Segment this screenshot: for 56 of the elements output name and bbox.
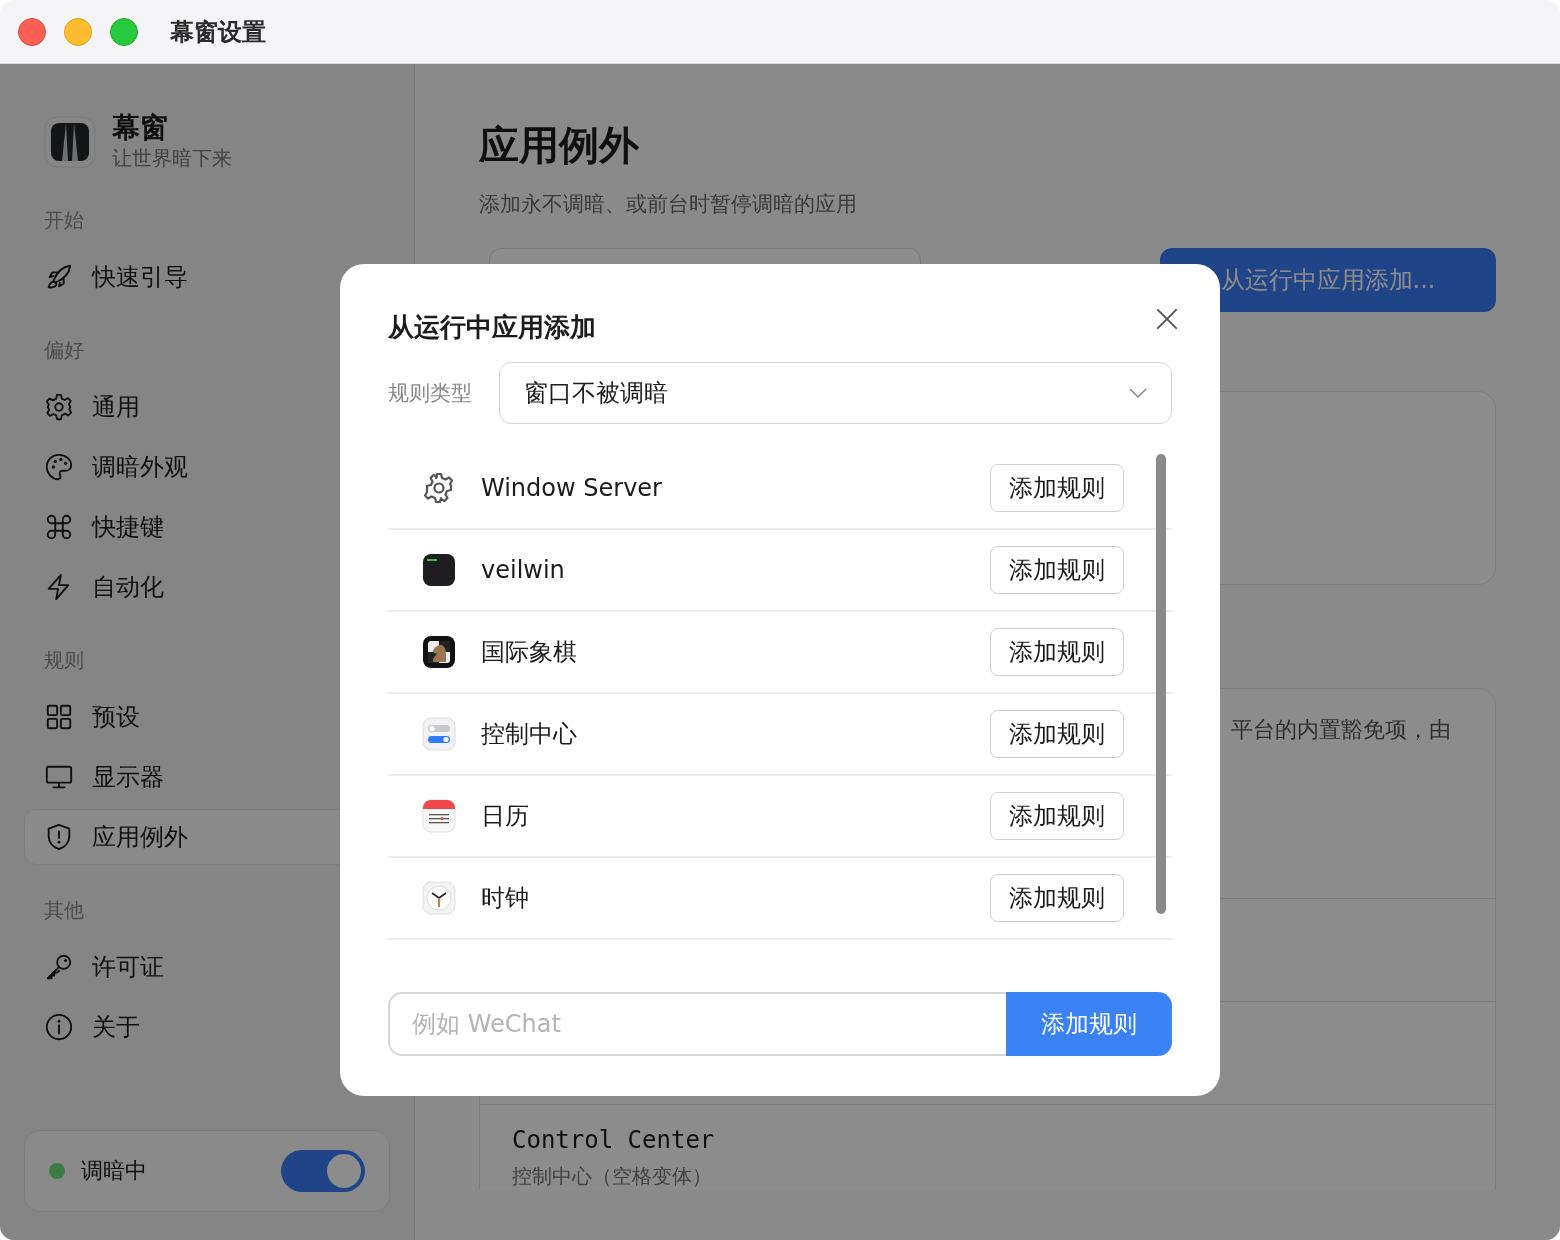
- add-rule-button[interactable]: 添加规则: [990, 546, 1124, 594]
- chess-knight-icon: [422, 635, 456, 669]
- close-icon[interactable]: [1156, 308, 1178, 330]
- window-title: 幕窗设置: [170, 16, 266, 48]
- terminal-icon: [422, 553, 456, 587]
- rule-subtitle: 控制中心（空格变体）: [512, 1163, 713, 1190]
- app-name: veilwin: [481, 556, 566, 584]
- app-name: 控制中心: [481, 719, 578, 750]
- close-button[interactable]: [18, 17, 46, 46]
- settings-icon: [44, 392, 74, 422]
- rule-title: Control Center: [512, 1125, 716, 1156]
- app-name: 日历: [481, 801, 530, 832]
- add-rule-button[interactable]: 添加规则: [1006, 992, 1172, 1056]
- section-label: 其他: [43, 897, 85, 924]
- sidebar-item[interactable]: 调暗外观: [24, 437, 424, 497]
- app-name: 幕窗: [112, 112, 169, 144]
- add-rule-button[interactable]: 添加规则: [990, 874, 1124, 922]
- app-tagline: 让世界暗下来: [112, 145, 232, 172]
- add-rule-button[interactable]: 添加规则: [990, 792, 1124, 840]
- page-title: 应用例外: [479, 121, 640, 170]
- sidebar-item[interactable]: 显示器: [24, 747, 424, 807]
- add-rule-button[interactable]: 添加规则: [990, 464, 1124, 512]
- section-label: 开始: [43, 207, 85, 234]
- dialog-title: 从运行中应用添加: [388, 310, 596, 344]
- sidebar-item[interactable]: 快速引导: [24, 247, 424, 307]
- sidebar-item[interactable]: 预设: [24, 687, 424, 747]
- app-name-field[interactable]: 例如 WeChat: [388, 992, 1006, 1056]
- add-rule-button[interactable]: 添加规则: [990, 628, 1124, 676]
- app-name: 国际象棋: [481, 637, 578, 668]
- app-name: Window Server: [481, 474, 663, 502]
- status-label: 调暗中: [81, 1157, 148, 1185]
- toggle-switch[interactable]: [281, 1150, 365, 1192]
- app-name: 时钟: [481, 883, 530, 914]
- key-icon: [44, 952, 74, 982]
- add-rule-button[interactable]: 添加规则: [990, 710, 1124, 758]
- zoom-button[interactable]: [110, 17, 138, 46]
- sidebar-item[interactable]: 快捷键: [24, 497, 424, 557]
- sidebar-item[interactable]: 自动化: [24, 557, 424, 617]
- section-label: 偏好: [43, 337, 85, 364]
- note-text: 平台的内置豁免项，由: [1231, 716, 1451, 744]
- section-label: 规则: [43, 647, 85, 674]
- app-logo-icon: [44, 116, 96, 168]
- minimize-button[interactable]: [64, 17, 92, 46]
- info-icon: [44, 1012, 74, 1042]
- grid-icon: [44, 702, 74, 732]
- rule-type-label: 规则类型: [388, 380, 473, 407]
- toggles-icon: [422, 717, 456, 751]
- scrollbar[interactable]: [1156, 454, 1166, 914]
- command-icon: [44, 512, 74, 542]
- chevron-down-icon: [1129, 388, 1147, 398]
- clock-icon: [422, 881, 456, 915]
- page-subtitle: 添加永不调暗、或前台时暂停调暗的应用: [479, 191, 858, 218]
- rule-type-dropdown[interactable]: 窗口不被调暗: [499, 362, 1172, 424]
- palette-icon: [44, 452, 74, 482]
- gear-icon: [422, 471, 456, 505]
- calendar-icon: [422, 799, 456, 833]
